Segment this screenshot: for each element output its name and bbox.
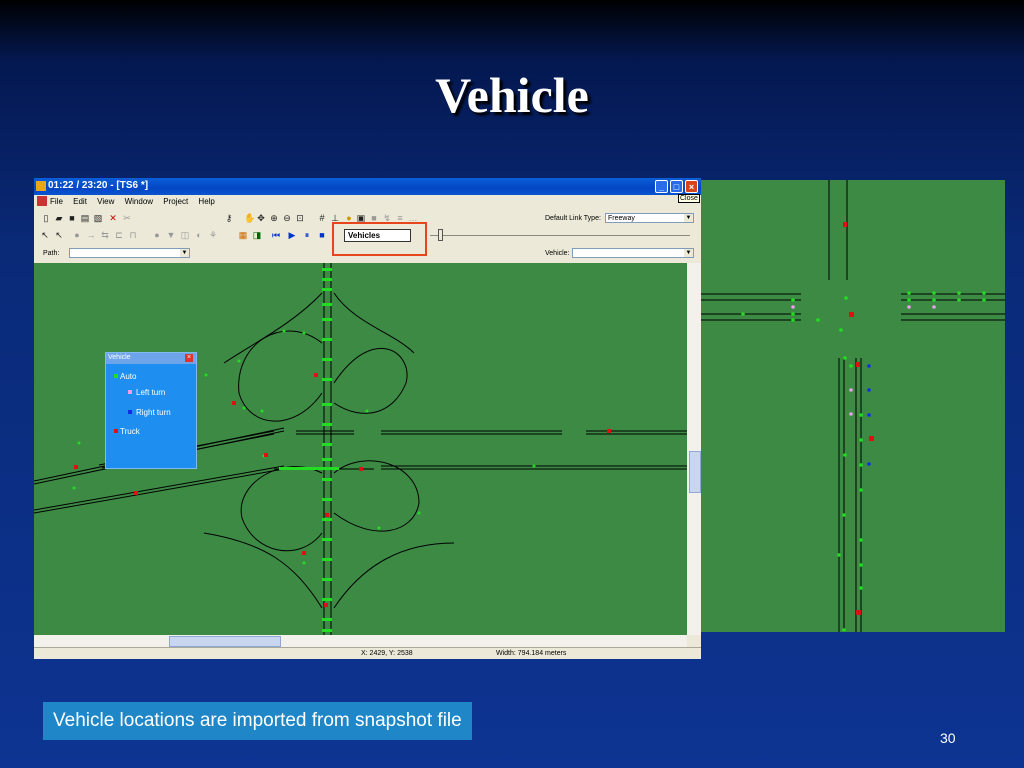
stop-icon[interactable]: ■ (317, 230, 327, 240)
pan-hand-icon[interactable]: ✋ (244, 213, 255, 223)
status-coordinates: X: 2429, Y: 2538 (361, 650, 413, 657)
circle-icon[interactable]: ● (72, 230, 82, 240)
title-bar[interactable]: 01:22 / 23:20 - [TS6 *] _ □ × (34, 178, 701, 195)
vertical-scrollbar[interactable] (687, 263, 701, 635)
legend-left-turn: Left turn (136, 388, 166, 397)
print-preview-icon[interactable]: ▧ (93, 213, 103, 223)
vehicle-label: Vehicle: (545, 250, 570, 257)
left-turn-marker (128, 390, 132, 394)
chevron-down-icon: ▼ (180, 249, 189, 257)
legend-header[interactable]: Vehicle × (106, 353, 196, 364)
menu-bar: File Edit View Window Project Help (34, 195, 701, 209)
network-map-canvas[interactable]: Vehicle × Auto Left turn Right turn Truc… (34, 263, 687, 635)
triangle-icon[interactable]: ▼ (166, 230, 176, 240)
save-icon[interactable]: ■ (67, 213, 77, 223)
menu-edit[interactable]: Edit (73, 197, 87, 206)
status-width: Width: 794.184 meters (496, 650, 567, 657)
path-toolbar: Path: ▼ Vehicle: ▼ (34, 247, 701, 263)
default-link-type-select[interactable]: Freeway ▼ (605, 213, 694, 223)
light-icon[interactable]: ⚘ (208, 230, 218, 240)
menu-help[interactable]: Help (198, 197, 214, 206)
maximize-button[interactable]: □ (670, 180, 683, 193)
intersection-map (701, 180, 1005, 632)
page-number: 30 (940, 730, 956, 746)
layer-icon[interactable]: ◨ (252, 230, 262, 240)
close-button[interactable]: × (685, 180, 698, 193)
horizontal-scrollbar[interactable] (34, 635, 687, 647)
right-turn-marker (128, 410, 132, 414)
map-icon[interactable]: ▦ (238, 230, 248, 240)
vehicle-select[interactable]: ▼ (572, 248, 694, 258)
zoom-in-icon[interactable]: ⊕ (269, 213, 279, 223)
vertical-scroll-thumb[interactable] (689, 451, 701, 493)
legend-title: Vehicle (108, 354, 131, 361)
slide-caption: Vehicle locations are imported from snap… (43, 702, 472, 740)
default-link-type-value: Freeway (608, 215, 635, 222)
path-label: Path: (43, 250, 60, 257)
grid-icon[interactable]: # (317, 213, 327, 223)
status-bar: X: 2429, Y: 2538 Width: 794.184 meters (34, 647, 701, 659)
menu-window[interactable]: Window (125, 197, 153, 206)
split-icon[interactable]: ⊓ (128, 230, 138, 240)
menu-file[interactable]: File (50, 197, 63, 206)
document-icon (37, 196, 47, 206)
cut-icon[interactable]: ✂ (122, 213, 132, 223)
open-folder-icon[interactable]: ▰ (54, 213, 64, 223)
app-window: 01:22 / 23:20 - [TS6 *] _ □ × Close File… (34, 178, 701, 659)
select-arrow-icon[interactable]: ↖ (40, 230, 50, 240)
rewind-icon[interactable]: ⏮ (271, 230, 281, 240)
zoom-extent-icon[interactable]: ⊡ (295, 213, 305, 223)
zoomed-intersection-view (701, 180, 1005, 632)
time-slider-track[interactable] (430, 235, 690, 236)
move-icon[interactable]: ✥ (256, 213, 266, 223)
play-icon[interactable]: ▶ (287, 230, 297, 240)
point-icon[interactable]: ● (152, 230, 162, 240)
legend-truck: Truck (120, 427, 140, 436)
minimize-button[interactable]: _ (655, 180, 668, 193)
menu-view[interactable]: View (97, 197, 114, 206)
two-way-icon[interactable]: ⇆ (100, 230, 110, 240)
select-node-icon[interactable]: ↖ (54, 230, 64, 240)
curve-icon[interactable]: ⊏ (114, 230, 124, 240)
path-select[interactable]: ▼ (69, 248, 190, 258)
slide-title: Vehicle (435, 67, 589, 123)
delete-icon[interactable]: ✕ (108, 213, 118, 223)
arrow-right-icon[interactable]: → (86, 230, 96, 240)
horizontal-scroll-thumb[interactable] (169, 636, 281, 647)
truck-marker (114, 429, 118, 433)
legend-right-turn: Right turn (136, 408, 171, 417)
pause-icon[interactable]: ⏸ (302, 230, 312, 240)
print-icon[interactable]: ▤ (80, 213, 90, 223)
legend-close-icon[interactable]: × (185, 354, 193, 362)
menu-project[interactable]: Project (163, 197, 188, 206)
zoom-out-icon[interactable]: ⊖ (282, 213, 292, 223)
legend-auto: Auto (120, 372, 137, 381)
auto-marker (114, 374, 118, 378)
vehicle-legend-panel[interactable]: Vehicle × Auto Left turn Right turn Truc… (105, 352, 197, 469)
chevron-down-icon: ▼ (684, 214, 693, 222)
app-icon (36, 181, 46, 191)
half-circle-icon[interactable]: ◐ (194, 230, 204, 240)
window-title: 01:22 / 23:20 - [TS6 *] (48, 180, 149, 191)
chevron-down-icon: ▼ (684, 249, 693, 257)
new-file-icon[interactable]: ▯ (41, 213, 51, 223)
lane-icon[interactable]: ◫ (180, 230, 190, 240)
default-link-type-label: Default Link Type: (545, 215, 601, 222)
time-slider-handle[interactable] (438, 229, 443, 241)
key-icon[interactable]: ⚷ (224, 213, 234, 223)
